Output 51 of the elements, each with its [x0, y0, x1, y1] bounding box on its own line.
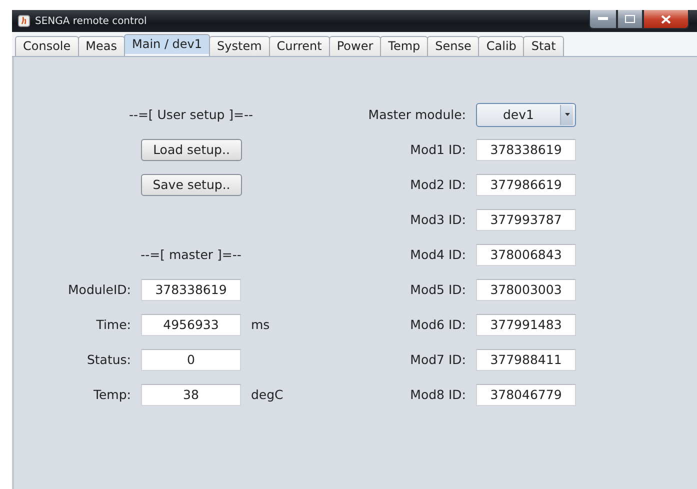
field-label: Mod4 ID:: [410, 247, 466, 262]
window-title: SENGA remote control: [35, 16, 147, 26]
field-label: Mod5 ID:: [410, 282, 466, 297]
field-label: Mod7 ID:: [410, 352, 466, 367]
unit-label: degC: [251, 387, 284, 402]
tab[interactable]: Main / dev1: [124, 34, 210, 54]
app-icon: [18, 15, 30, 27]
tab[interactable]: Current: [268, 36, 330, 56]
master-module-dropdown[interactable]: dev1: [476, 102, 576, 126]
value-field[interactable]: 377991483: [476, 314, 576, 336]
value-field[interactable]: 378006843: [476, 244, 576, 266]
value-field[interactable]: 378338619: [141, 278, 241, 300]
field-label: Master module:: [368, 107, 466, 122]
minimize-icon: [598, 17, 608, 21]
field-label: Time:: [96, 317, 131, 332]
close-button[interactable]: [643, 10, 689, 29]
section-heading: --=[ User setup ]=--: [128, 107, 254, 122]
tab[interactable]: Sense: [427, 36, 480, 56]
value-field[interactable]: 378338619: [476, 138, 576, 160]
tab[interactable]: Power: [328, 36, 382, 56]
setup-button[interactable]: Save setup..: [141, 174, 242, 196]
field-label: Mod3 ID:: [410, 212, 466, 227]
value-field[interactable]: 38: [141, 384, 241, 406]
value-field[interactable]: 377986619: [476, 174, 576, 196]
field-label: Status:: [86, 352, 131, 367]
value-field[interactable]: 377993787: [476, 208, 576, 230]
field-label: Temp:: [93, 387, 131, 402]
minimize-button[interactable]: [589, 10, 617, 29]
value-field[interactable]: 0: [141, 348, 241, 370]
field-label: Mod1 ID:: [410, 142, 466, 157]
field-label: ModuleID:: [68, 282, 131, 297]
field-label: Mod6 ID:: [410, 317, 466, 332]
tab[interactable]: Console: [15, 36, 79, 56]
value-field[interactable]: 378046779: [476, 384, 576, 406]
section-heading: --=[ master ]=--: [140, 247, 242, 262]
caret-icon: [564, 113, 570, 116]
field-label: Mod2 ID:: [410, 177, 466, 192]
value-field[interactable]: 378003003: [476, 278, 576, 300]
tab[interactable]: Meas: [78, 36, 125, 56]
value-field[interactable]: 4956933: [141, 314, 241, 336]
maximize-button[interactable]: [617, 10, 643, 29]
setup-button[interactable]: Load setup..: [141, 138, 242, 160]
close-icon: [661, 14, 671, 24]
maximize-icon: [625, 15, 635, 23]
tab[interactable]: Calib: [478, 36, 524, 56]
tab[interactable]: System: [209, 36, 270, 56]
value-field[interactable]: 377988411: [476, 348, 576, 370]
field-label: Mod8 ID:: [410, 387, 466, 402]
unit-label: ms: [251, 317, 270, 332]
tab[interactable]: Temp: [380, 36, 428, 56]
tab[interactable]: Stat: [523, 36, 564, 56]
